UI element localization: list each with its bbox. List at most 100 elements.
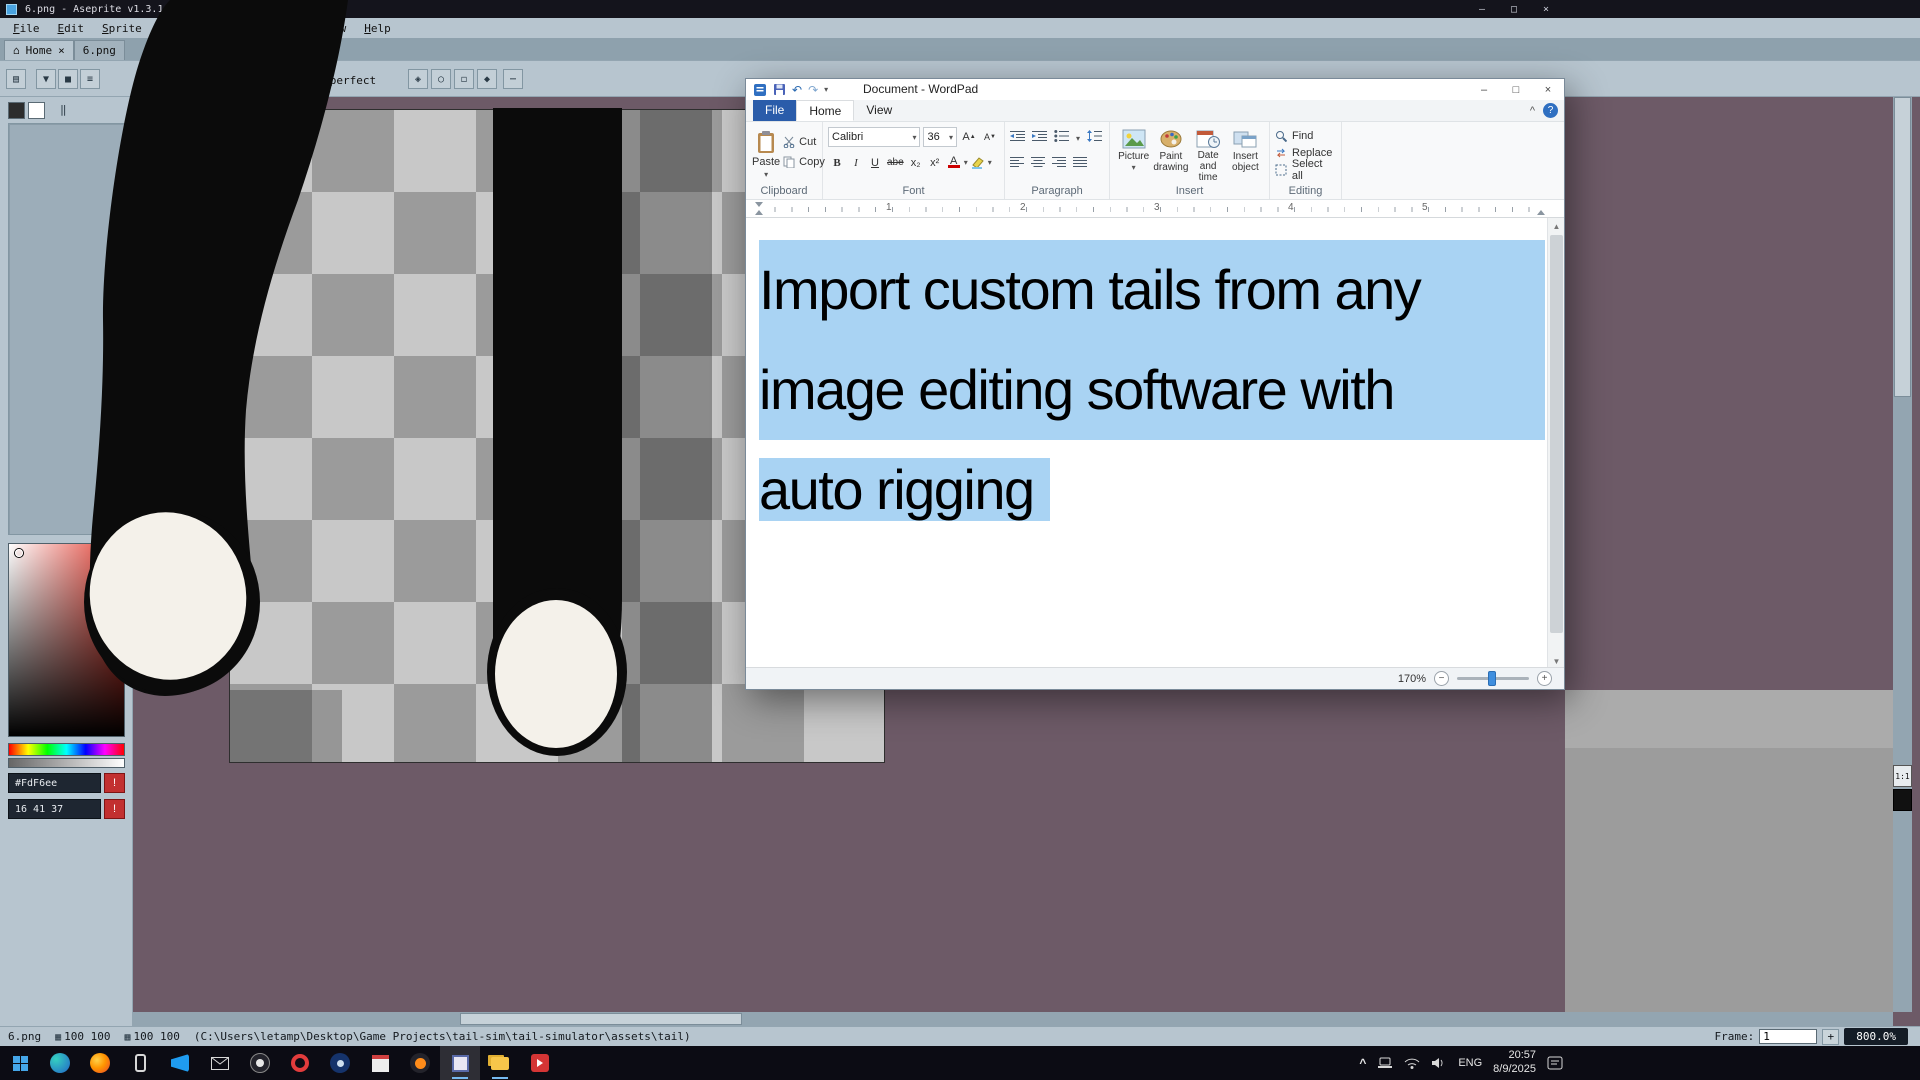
menu-frame[interactable]: Frame (202, 20, 253, 37)
menu-help[interactable]: Help (355, 20, 400, 37)
color-picker-marker[interactable] (15, 549, 23, 557)
wordpad-maximize-icon[interactable]: □ (1500, 79, 1532, 100)
menu-layer[interactable]: Layer (151, 20, 202, 37)
calendar-app-icon[interactable] (360, 1046, 400, 1080)
document-vertical-scrollbar[interactable]: ▲ ▼ (1547, 218, 1564, 669)
help-icon[interactable]: ? (1543, 103, 1558, 118)
decrease-indent-button[interactable] (1010, 129, 1025, 147)
align-right-button[interactable] (1052, 155, 1066, 173)
right-indent-marker[interactable] (1537, 210, 1545, 215)
ribbon-collapse-icon[interactable]: ^ (1530, 105, 1535, 117)
menu-sprite[interactable]: Sprite (93, 20, 151, 37)
menu-select[interactable]: Select (253, 20, 311, 37)
paint-drawing-button[interactable]: Paint drawing (1152, 127, 1189, 183)
zoom-level-badge[interactable]: 800.0% (1844, 1028, 1908, 1045)
github-desktop-icon[interactable] (240, 1046, 280, 1080)
foreground-color-swatch[interactable] (8, 102, 25, 119)
tab-view[interactable]: View (854, 100, 904, 121)
font-family-select[interactable]: Calibri▾ (828, 127, 920, 147)
brush-shape-icon[interactable]: ■ (58, 69, 78, 89)
background-color-swatch[interactable] (28, 102, 45, 119)
highlight-dropdown-icon[interactable]: ▾ (988, 158, 992, 167)
find-button[interactable]: Find (1275, 127, 1336, 144)
first-line-indent-marker[interactable] (755, 202, 763, 207)
tab-home[interactable]: Home (796, 100, 854, 121)
paste-button[interactable]: Paste ▾ (751, 127, 781, 181)
monitor-tray-icon[interactable] (1377, 1057, 1393, 1069)
notification-center-icon[interactable] (1547, 1056, 1563, 1070)
edge-icon[interactable] (40, 1046, 80, 1080)
ink-dropdown-icon[interactable]: ▼ (36, 69, 56, 89)
highlight-color-button[interactable] (969, 153, 987, 172)
palette-panel[interactable] (8, 123, 125, 535)
steam-icon[interactable] (320, 1046, 360, 1080)
media-player-icon[interactable] (520, 1046, 560, 1080)
increase-indent-button[interactable] (1032, 129, 1047, 147)
document-text[interactable]: Import custom tails from any image editi… (759, 240, 1545, 540)
font-size-dropdown-icon[interactable]: ▾ (949, 133, 953, 142)
paste-dropdown-icon[interactable]: ▾ (764, 170, 768, 179)
gamut-warning-icon[interactable]: ! (104, 773, 125, 793)
zoom-out-button[interactable]: − (1434, 671, 1449, 686)
blender-icon[interactable] (400, 1046, 440, 1080)
phone-link-icon[interactable] (120, 1046, 160, 1080)
add-frame-button[interactable]: + (1822, 1029, 1839, 1045)
superscript-button[interactable]: x² (926, 153, 944, 172)
taskbar-clock[interactable]: 20:57 8/9/2025 (1493, 1049, 1536, 1077)
justify-button[interactable] (1073, 155, 1087, 173)
wordpad-minimize-icon[interactable]: – (1468, 79, 1500, 100)
shrink-font-button[interactable]: A▼ (981, 128, 999, 147)
bold-button[interactable]: B (828, 153, 846, 172)
tray-chevron-icon[interactable]: ^ (1359, 1056, 1366, 1070)
subscript-button[interactable]: x₂ (907, 153, 925, 172)
hue-slider[interactable] (8, 743, 125, 756)
value-slider[interactable] (8, 758, 125, 768)
align-left-button[interactable] (1010, 155, 1024, 173)
wordpad-taskbar-icon[interactable] (480, 1046, 520, 1080)
tab-home[interactable]: ⌂ Home × (4, 40, 74, 60)
vscode-icon[interactable] (160, 1046, 200, 1080)
brush-settings-icon[interactable]: ▤ (6, 69, 26, 89)
list-dropdown-icon[interactable]: ▾ (1076, 134, 1080, 143)
picture-dropdown-icon[interactable]: ▾ (1132, 164, 1136, 173)
underline-button[interactable]: U (866, 153, 884, 172)
tab-home-close-icon[interactable]: × (58, 44, 65, 57)
zoom-slider-thumb[interactable] (1488, 671, 1496, 686)
start-button[interactable] (0, 1046, 40, 1080)
font-color-dropdown-icon[interactable]: ▾ (964, 158, 968, 167)
font-size-select[interactable]: 36▾ (923, 127, 957, 147)
volume-icon[interactable] (1431, 1057, 1447, 1069)
copy-button[interactable]: Copy (783, 153, 825, 170)
list-button[interactable] (1054, 129, 1069, 147)
aseprite-minimize-icon[interactable]: – (1466, 0, 1498, 18)
palette-options-icon[interactable]: ‖ (60, 103, 67, 116)
zoom-slider[interactable] (1457, 677, 1529, 680)
grid-toggle-icon[interactable]: ○ (431, 69, 451, 89)
vertical-scroll-thumb[interactable] (1894, 97, 1911, 397)
strikethrough-button[interactable]: abe (885, 153, 906, 172)
scroll-up-icon[interactable]: ▲ (1548, 218, 1565, 234)
undo-icon[interactable]: ↶ (792, 84, 802, 96)
file-menu-button[interactable]: File (753, 100, 796, 121)
aseprite-taskbar-icon[interactable] (440, 1046, 480, 1080)
hex-color-field[interactable]: #FdF6ee (8, 773, 101, 793)
redo-icon[interactable]: ↷ (808, 84, 818, 96)
date-and-time-button[interactable]: Date and time (1190, 127, 1227, 183)
firefox-icon[interactable] (80, 1046, 120, 1080)
preview-toggle-icon[interactable]: ◆ (477, 69, 497, 89)
horizontal-scroll-thumb[interactable] (460, 1013, 742, 1025)
zoom-1to1-button[interactable]: 1:1 (1893, 765, 1912, 787)
menu-edit[interactable]: Edit (49, 20, 94, 37)
insert-object-button[interactable]: Insert object (1227, 127, 1264, 183)
symmetry-icon[interactable]: ◈ (408, 69, 428, 89)
aseprite-maximize-icon[interactable]: □ (1498, 0, 1530, 18)
menu-view[interactable]: View (311, 20, 356, 37)
frame-input[interactable] (1759, 1029, 1817, 1044)
canvas-horizontal-scrollbar[interactable] (133, 1012, 1893, 1026)
grow-font-button[interactable]: A▲ (960, 128, 978, 147)
hanging-indent-marker[interactable] (755, 210, 763, 215)
italic-button[interactable]: I (847, 153, 865, 172)
align-center-button[interactable] (1031, 155, 1045, 173)
document-scroll-thumb[interactable] (1550, 235, 1563, 633)
aseprite-close-icon[interactable]: × (1530, 0, 1562, 18)
